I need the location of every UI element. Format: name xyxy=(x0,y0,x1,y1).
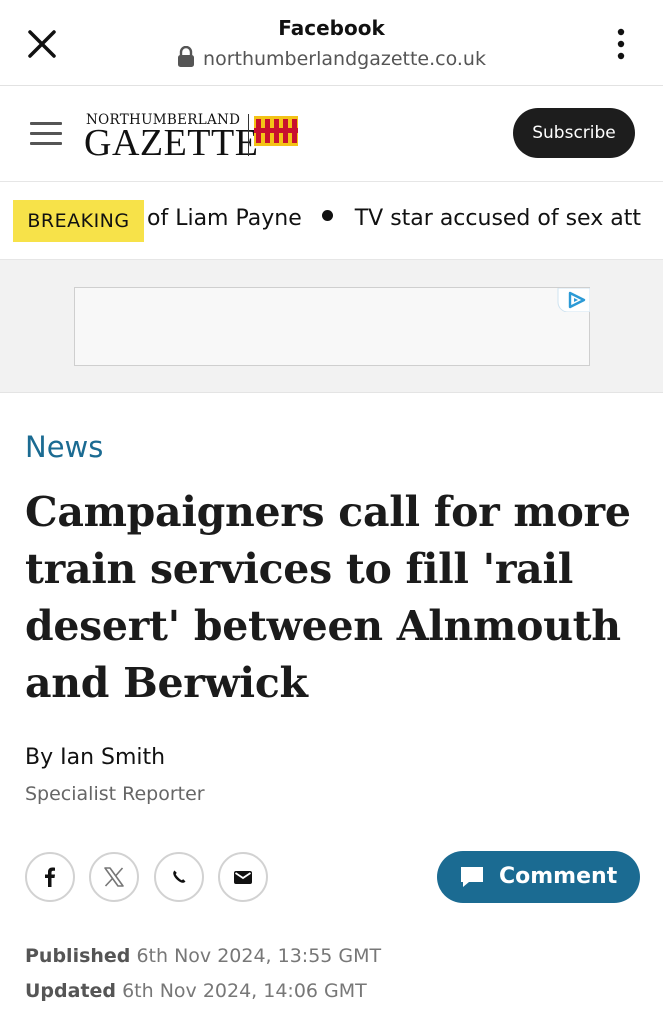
ticker-track: of Liam Payne TV star accused of sex att xyxy=(147,206,641,231)
published-value: 6th Nov 2024, 13:55 GMT xyxy=(136,945,382,967)
breaking-badge: BREAKING xyxy=(13,200,144,242)
adchoices-icon[interactable] xyxy=(556,288,590,312)
logo-divider xyxy=(248,114,249,156)
site-logo[interactable]: NORTHUMBERLAND GAZETTE xyxy=(84,110,304,164)
share-email-button[interactable] xyxy=(218,852,268,902)
more-options-button[interactable] xyxy=(604,24,638,64)
northumberland-flag-icon xyxy=(254,116,298,146)
breaking-news-ticker: BREAKING of Liam Payne TV star accused of… xyxy=(0,182,663,260)
menu-icon[interactable] xyxy=(30,122,62,146)
more-vert-icon xyxy=(617,28,625,60)
ticker-item[interactable]: of Liam Payne xyxy=(147,206,302,231)
browser-url-text: northumberlandgazette.co.uk xyxy=(203,48,486,70)
updated-date: Updated 6th Nov 2024, 14:06 GMT xyxy=(25,980,367,1002)
browser-title: Facebook xyxy=(278,16,385,40)
updated-value: 6th Nov 2024, 14:06 GMT xyxy=(122,980,367,1002)
ad-area xyxy=(0,260,663,393)
x-icon xyxy=(104,867,124,887)
comment-label: Comment xyxy=(499,864,618,889)
facebook-icon xyxy=(45,867,55,887)
share-x-button[interactable] xyxy=(89,852,139,902)
ticker-bullet xyxy=(321,210,333,221)
logo-main-text: GAZETTE xyxy=(84,122,259,164)
lock-icon xyxy=(178,46,195,67)
subscribe-button[interactable]: Subscribe xyxy=(513,108,635,158)
ad-slot[interactable] xyxy=(74,287,590,366)
share-buttons xyxy=(25,852,285,902)
comment-icon xyxy=(461,867,483,887)
author-role: Specialist Reporter xyxy=(25,783,205,805)
browser-url[interactable]: northumberlandgazette.co.uk xyxy=(0,46,663,70)
site-header: NORTHUMBERLAND GAZETTE Subscribe xyxy=(0,86,663,182)
ticker-item[interactable]: TV star accused of sex att xyxy=(355,206,641,231)
updated-label: Updated xyxy=(25,980,117,1002)
published-label: Published xyxy=(25,945,131,967)
published-date: Published 6th Nov 2024, 13:55 GMT xyxy=(25,945,381,967)
email-icon xyxy=(234,871,252,884)
article-headline: Campaigners call for more train services… xyxy=(25,488,631,707)
author-byline[interactable]: By Ian Smith xyxy=(25,745,165,770)
browser-top-bar: Facebook northumberlandgazette.co.uk xyxy=(0,0,663,86)
whatsapp-icon xyxy=(173,870,186,883)
section-label[interactable]: News xyxy=(25,430,103,464)
comment-button[interactable]: Comment xyxy=(437,851,640,903)
share-whatsapp-button[interactable] xyxy=(154,852,204,902)
share-facebook-button[interactable] xyxy=(25,852,75,902)
